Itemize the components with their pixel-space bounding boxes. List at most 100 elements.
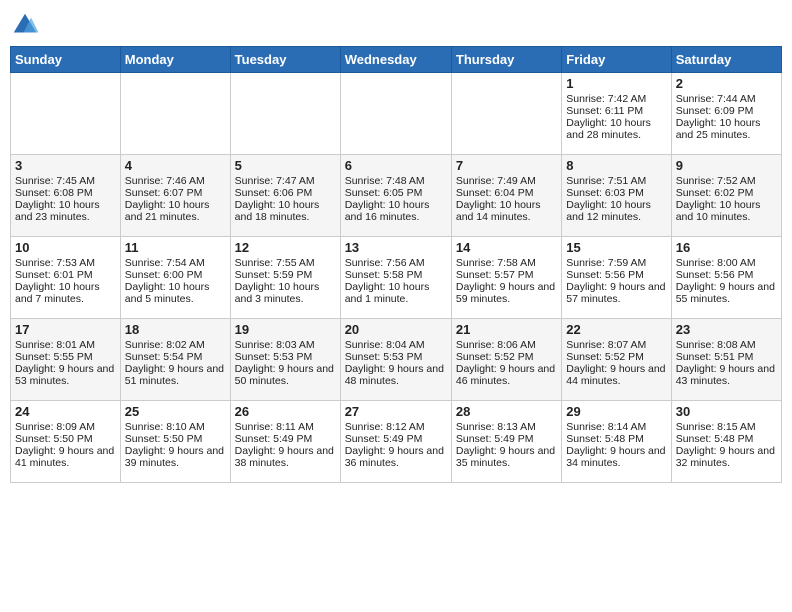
day-info: Sunset: 5:48 PM bbox=[676, 433, 777, 445]
calendar-cell: 26Sunrise: 8:11 AMSunset: 5:49 PMDayligh… bbox=[230, 401, 340, 483]
calendar-cell: 16Sunrise: 8:00 AMSunset: 5:56 PMDayligh… bbox=[671, 237, 781, 319]
day-info: Sunset: 5:58 PM bbox=[345, 269, 447, 281]
day-info: Sunset: 5:50 PM bbox=[125, 433, 226, 445]
calendar-cell: 22Sunrise: 8:07 AMSunset: 5:52 PMDayligh… bbox=[562, 319, 671, 401]
calendar-cell: 29Sunrise: 8:14 AMSunset: 5:48 PMDayligh… bbox=[562, 401, 671, 483]
calendar-cell: 17Sunrise: 8:01 AMSunset: 5:55 PMDayligh… bbox=[11, 319, 121, 401]
day-number: 5 bbox=[235, 158, 336, 173]
day-number: 27 bbox=[345, 404, 447, 419]
day-info: Daylight: 9 hours and 44 minutes. bbox=[566, 363, 666, 387]
day-info: Sunset: 5:55 PM bbox=[15, 351, 116, 363]
day-number: 1 bbox=[566, 76, 666, 91]
day-info: Daylight: 9 hours and 57 minutes. bbox=[566, 281, 666, 305]
calendar-week-1: 1Sunrise: 7:42 AMSunset: 6:11 PMDaylight… bbox=[11, 73, 782, 155]
day-info: Sunset: 6:06 PM bbox=[235, 187, 336, 199]
calendar-cell: 12Sunrise: 7:55 AMSunset: 5:59 PMDayligh… bbox=[230, 237, 340, 319]
day-info: Sunset: 6:08 PM bbox=[15, 187, 116, 199]
day-info: Sunset: 6:11 PM bbox=[566, 105, 666, 117]
day-info: Sunset: 6:01 PM bbox=[15, 269, 116, 281]
day-info: Daylight: 10 hours and 7 minutes. bbox=[15, 281, 116, 305]
calendar-cell: 8Sunrise: 7:51 AMSunset: 6:03 PMDaylight… bbox=[562, 155, 671, 237]
day-header-wednesday: Wednesday bbox=[340, 47, 451, 73]
day-info: Sunrise: 7:54 AM bbox=[125, 257, 226, 269]
day-number: 8 bbox=[566, 158, 666, 173]
day-number: 10 bbox=[15, 240, 116, 255]
day-header-thursday: Thursday bbox=[451, 47, 561, 73]
day-number: 24 bbox=[15, 404, 116, 419]
day-info: Sunrise: 8:08 AM bbox=[676, 339, 777, 351]
day-info: Daylight: 9 hours and 36 minutes. bbox=[345, 445, 447, 469]
calendar-cell: 1Sunrise: 7:42 AMSunset: 6:11 PMDaylight… bbox=[562, 73, 671, 155]
day-info: Daylight: 10 hours and 25 minutes. bbox=[676, 117, 777, 141]
day-header-monday: Monday bbox=[120, 47, 230, 73]
day-info: Sunset: 5:50 PM bbox=[15, 433, 116, 445]
calendar-cell bbox=[340, 73, 451, 155]
day-number: 12 bbox=[235, 240, 336, 255]
calendar-cell: 3Sunrise: 7:45 AMSunset: 6:08 PMDaylight… bbox=[11, 155, 121, 237]
day-info: Sunset: 6:07 PM bbox=[125, 187, 226, 199]
day-info: Sunrise: 7:49 AM bbox=[456, 175, 557, 187]
day-header-tuesday: Tuesday bbox=[230, 47, 340, 73]
day-info: Sunrise: 8:01 AM bbox=[15, 339, 116, 351]
day-info: Daylight: 9 hours and 39 minutes. bbox=[125, 445, 226, 469]
calendar-cell: 10Sunrise: 7:53 AMSunset: 6:01 PMDayligh… bbox=[11, 237, 121, 319]
calendar-cell: 30Sunrise: 8:15 AMSunset: 5:48 PMDayligh… bbox=[671, 401, 781, 483]
day-number: 7 bbox=[456, 158, 557, 173]
logo bbox=[10, 10, 44, 40]
day-info: Sunset: 5:59 PM bbox=[235, 269, 336, 281]
calendar-cell: 6Sunrise: 7:48 AMSunset: 6:05 PMDaylight… bbox=[340, 155, 451, 237]
day-info: Daylight: 10 hours and 18 minutes. bbox=[235, 199, 336, 223]
day-info: Sunrise: 7:45 AM bbox=[15, 175, 116, 187]
day-info: Sunset: 5:56 PM bbox=[676, 269, 777, 281]
calendar-cell: 23Sunrise: 8:08 AMSunset: 5:51 PMDayligh… bbox=[671, 319, 781, 401]
day-header-saturday: Saturday bbox=[671, 47, 781, 73]
day-info: Daylight: 9 hours and 41 minutes. bbox=[15, 445, 116, 469]
day-number: 26 bbox=[235, 404, 336, 419]
day-info: Daylight: 9 hours and 48 minutes. bbox=[345, 363, 447, 387]
day-info: Daylight: 10 hours and 1 minute. bbox=[345, 281, 447, 305]
day-info: Sunrise: 8:13 AM bbox=[456, 421, 557, 433]
day-number: 6 bbox=[345, 158, 447, 173]
day-info: Sunset: 5:52 PM bbox=[566, 351, 666, 363]
day-info: Daylight: 10 hours and 21 minutes. bbox=[125, 199, 226, 223]
day-info: Daylight: 9 hours and 53 minutes. bbox=[15, 363, 116, 387]
day-info: Sunset: 5:49 PM bbox=[456, 433, 557, 445]
day-info: Sunrise: 7:51 AM bbox=[566, 175, 666, 187]
calendar-body: 1Sunrise: 7:42 AMSunset: 6:11 PMDaylight… bbox=[11, 73, 782, 483]
day-info: Sunrise: 7:56 AM bbox=[345, 257, 447, 269]
day-info: Daylight: 9 hours and 32 minutes. bbox=[676, 445, 777, 469]
day-info: Sunrise: 8:11 AM bbox=[235, 421, 336, 433]
day-info: Sunset: 6:02 PM bbox=[676, 187, 777, 199]
day-number: 21 bbox=[456, 322, 557, 337]
day-number: 3 bbox=[15, 158, 116, 173]
calendar-header-row: SundayMondayTuesdayWednesdayThursdayFrid… bbox=[11, 47, 782, 73]
calendar-cell: 27 Sunrise: 8:12 AMSunset: 5:49 PMDayligh… bbox=[340, 401, 451, 483]
logo-icon bbox=[10, 10, 40, 40]
day-info: Sunrise: 7:58 AM bbox=[456, 257, 557, 269]
day-header-sunday: Sunday bbox=[11, 47, 121, 73]
day-info: Daylight: 9 hours and 51 minutes. bbox=[125, 363, 226, 387]
calendar-cell: 21Sunrise: 8:06 AMSunset: 5:52 PMDayligh… bbox=[451, 319, 561, 401]
day-info: Sunrise: 7:47 AM bbox=[235, 175, 336, 187]
day-info: Sunset: 6:00 PM bbox=[125, 269, 226, 281]
day-info: Sunrise: 8:09 AM bbox=[15, 421, 116, 433]
calendar-week-2: 3 Sunrise: 7:45 AMSunset: 6:08 PM Daylight… bbox=[11, 155, 782, 237]
day-number: 29 bbox=[566, 404, 666, 419]
day-info: Sunrise: 8:12 AM bbox=[345, 421, 447, 433]
calendar-cell: 24 Sunrise: 8:09 AMSunset: 5:50 PMDayligh… bbox=[11, 401, 121, 483]
day-info: Sunrise: 8:00 AM bbox=[676, 257, 777, 269]
calendar-table: SundayMondayTuesdayWednesdayThursdayFrid… bbox=[10, 46, 782, 483]
day-info: Sunset: 5:49 PM bbox=[345, 433, 447, 445]
day-number: 16 bbox=[676, 240, 777, 255]
day-info: Sunset: 6:04 PM bbox=[456, 187, 557, 199]
day-info: Daylight: 9 hours and 35 minutes. bbox=[456, 445, 557, 469]
day-info: Daylight: 10 hours and 10 minutes. bbox=[676, 199, 777, 223]
day-number: 25 bbox=[125, 404, 226, 419]
day-info: Sunset: 6:09 PM bbox=[676, 105, 777, 117]
day-info: Sunrise: 8:03 AM bbox=[235, 339, 336, 351]
calendar-cell: 19Sunrise: 8:03 AMSunset: 5:53 PMDayligh… bbox=[230, 319, 340, 401]
day-number: 19 bbox=[235, 322, 336, 337]
calendar-cell: 25Sunrise: 8:10 AMSunset: 5:50 PMDayligh… bbox=[120, 401, 230, 483]
day-info: Sunrise: 8:04 AM bbox=[345, 339, 447, 351]
day-info: Daylight: 10 hours and 14 minutes. bbox=[456, 199, 557, 223]
